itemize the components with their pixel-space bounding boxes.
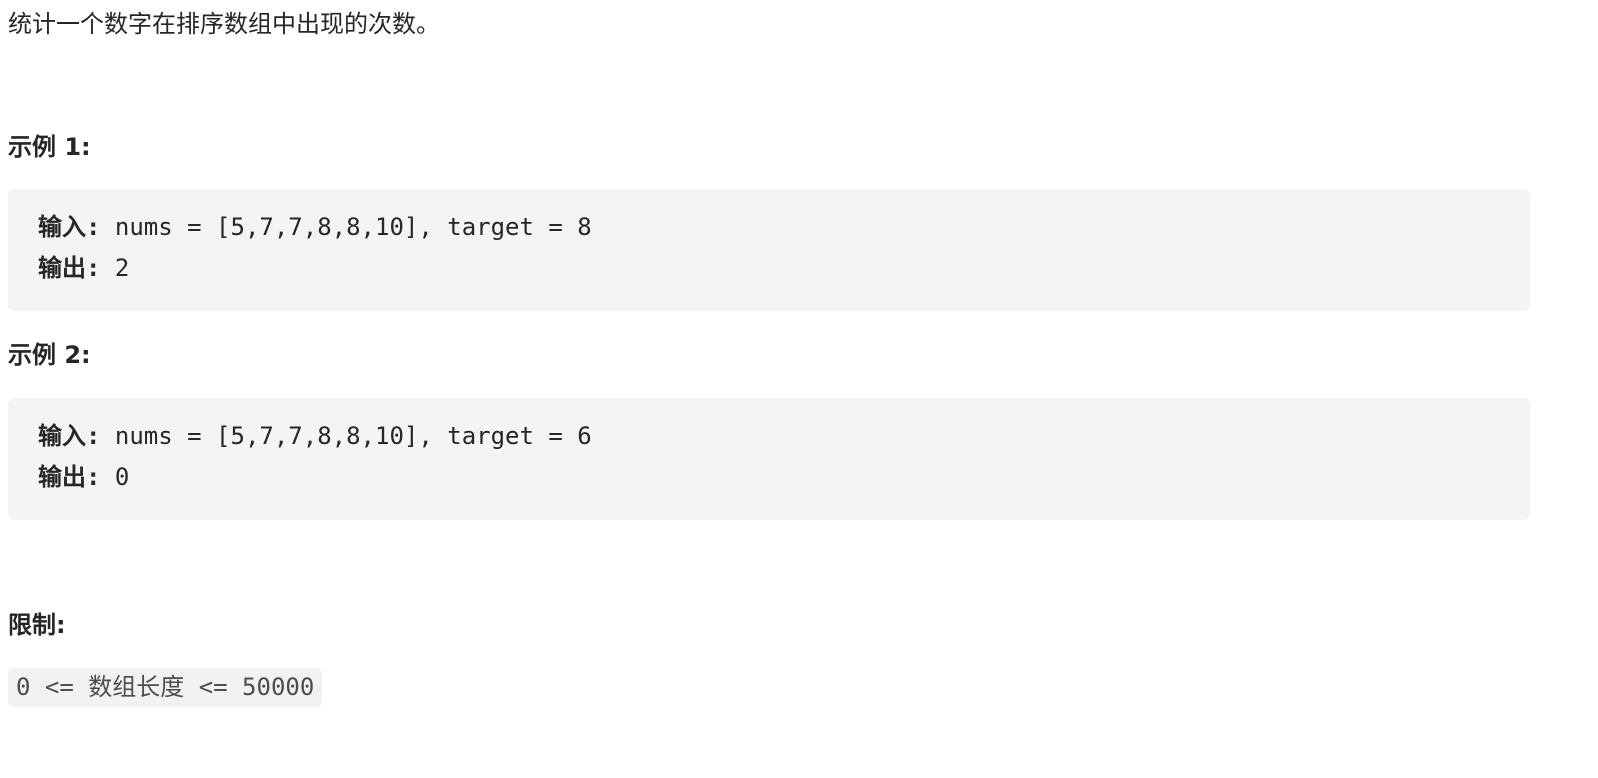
example-1-output-value: 2 bbox=[114, 254, 130, 282]
example-2-input-label: 输入: bbox=[38, 422, 101, 450]
example-1-output-label: 输出: bbox=[38, 254, 101, 282]
example-2-input-line: 输入: nums = [5,7,7,8,8,10], target = 6 bbox=[38, 416, 1500, 457]
constraints-heading: 限制: bbox=[8, 611, 66, 639]
example-2-block: 输入: nums = [5,7,7,8,8,10], target = 6 输出… bbox=[8, 398, 1530, 520]
example-1-input-value: nums = [5,7,7,8,8,10], target = 8 bbox=[114, 213, 592, 241]
constraint-code: 0 <= 数组长度 <= 50000 bbox=[8, 668, 323, 707]
example-1-block: 输入: nums = [5,7,7,8,8,10], target = 8 输出… bbox=[8, 189, 1530, 311]
problem-statement: 统计一个数字在排序数组中出现的次数。 bbox=[8, 10, 440, 38]
example-2-output-value: 0 bbox=[114, 463, 130, 491]
example-1-input-label: 输入: bbox=[38, 213, 101, 241]
example-2-output-line: 输出: 0 bbox=[38, 457, 1500, 498]
example-2-heading: 示例 2: bbox=[8, 341, 91, 369]
example-1-output-line: 输出: 2 bbox=[38, 248, 1500, 289]
example-2-input-value: nums = [5,7,7,8,8,10], target = 6 bbox=[114, 422, 592, 450]
problem-description-page: 统计一个数字在排序数组中出现的次数。 示例 1: 输入: nums = [5,7… bbox=[0, 0, 1598, 778]
example-1-heading: 示例 1: bbox=[8, 133, 91, 161]
example-2-output-label: 输出: bbox=[38, 463, 101, 491]
example-1-input-line: 输入: nums = [5,7,7,8,8,10], target = 8 bbox=[38, 207, 1500, 248]
